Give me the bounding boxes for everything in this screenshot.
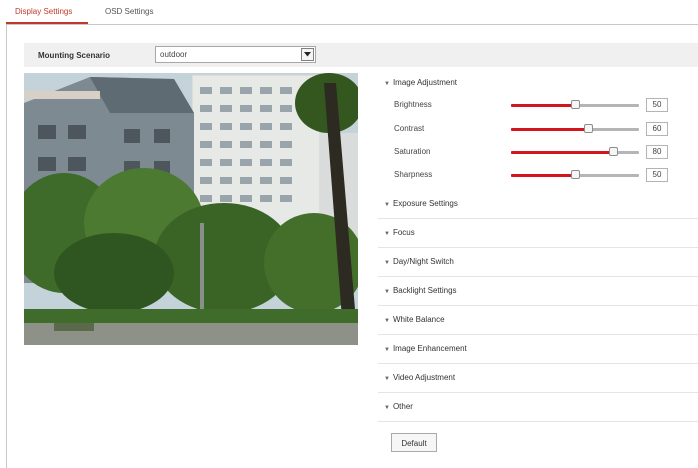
section-focus[interactable]: ▼ Focus xyxy=(378,218,698,248)
slider-track-sharpness[interactable] xyxy=(511,170,639,179)
section-image-enhancement[interactable]: ▼ Image Enhancement xyxy=(378,334,698,364)
section-image-adjustment[interactable]: ▼ Image Adjustment xyxy=(378,68,698,97)
slider-label-brightness: Brightness xyxy=(394,100,432,109)
dropdown-arrow-icon[interactable] xyxy=(301,48,314,61)
caret-down-icon: ▼ xyxy=(384,405,390,411)
caret-down-icon: ▼ xyxy=(384,289,390,295)
slider-track-contrast[interactable] xyxy=(511,124,639,133)
caret-down-icon: ▼ xyxy=(384,231,390,237)
section-day-night-switch[interactable]: ▼ Day/Night Switch xyxy=(378,247,698,277)
section-exposure-settings[interactable]: ▼ Exposure Settings xyxy=(378,189,698,219)
slider-thumb-saturation[interactable] xyxy=(609,147,619,156)
slider-fill-contrast xyxy=(511,128,588,131)
content-left-border xyxy=(6,24,7,468)
slider-fill-brightness xyxy=(511,104,575,107)
slider-row-brightness: Brightness 50 xyxy=(378,94,698,116)
section-other[interactable]: ▼ Other xyxy=(378,392,698,422)
slider-label-saturation: Saturation xyxy=(394,147,431,156)
mounting-scenario-label: Mounting Scenario xyxy=(38,51,110,60)
section-backlight-settings[interactable]: ▼ Backlight Settings xyxy=(378,276,698,306)
slider-label-sharpness: Sharpness xyxy=(394,170,433,179)
tab-osd-settings[interactable]: OSD Settings xyxy=(105,7,153,16)
slider-track-saturation[interactable] xyxy=(511,147,639,156)
section-video-adjustment-label: Video Adjustment xyxy=(392,373,456,382)
display-settings-page: Display Settings OSD Settings Mounting S… xyxy=(0,0,698,468)
slider-thumb-contrast[interactable] xyxy=(583,124,593,133)
caret-down-icon: ▼ xyxy=(384,202,390,208)
slider-fill-sharpness xyxy=(511,174,575,177)
slider-fill-saturation xyxy=(511,151,614,154)
mounting-scenario-bar: Mounting Scenario outdoor xyxy=(24,43,698,67)
section-image-adjustment-label: Image Adjustment xyxy=(392,78,457,87)
value-box-saturation[interactable]: 80 xyxy=(646,145,668,159)
slider-label-contrast: Contrast xyxy=(394,124,425,133)
section-backlight-settings-label: Backlight Settings xyxy=(392,286,457,295)
slider-thumb-brightness[interactable] xyxy=(571,100,580,109)
caret-down-icon: ▼ xyxy=(384,260,390,266)
mounting-scenario-value: outdoor xyxy=(160,50,188,59)
value-box-brightness[interactable]: 50 xyxy=(646,98,668,112)
value-box-sharpness[interactable]: 50 xyxy=(646,168,668,182)
tab-display-settings[interactable]: Display Settings xyxy=(15,7,72,16)
default-button[interactable]: Default xyxy=(391,433,437,452)
section-day-night-switch-label: Day/Night Switch xyxy=(392,257,454,266)
section-white-balance-label: White Balance xyxy=(392,315,445,324)
caret-down-icon: ▼ xyxy=(384,318,390,324)
slider-row-contrast: Contrast 60 xyxy=(378,118,698,140)
section-focus-label: Focus xyxy=(392,228,415,237)
section-image-enhancement-label: Image Enhancement xyxy=(392,344,467,353)
slider-row-sharpness: Sharpness 50 xyxy=(378,164,698,186)
slider-row-saturation: Saturation 80 xyxy=(378,141,698,163)
caret-down-icon: ▼ xyxy=(384,376,390,382)
live-preview-image xyxy=(24,73,358,345)
slider-thumb-sharpness[interactable] xyxy=(571,170,580,179)
active-tab-indicator xyxy=(6,22,88,24)
mounting-scenario-select[interactable]: outdoor xyxy=(155,46,316,63)
tab-bar: Display Settings OSD Settings xyxy=(6,0,698,25)
slider-track-brightness[interactable] xyxy=(511,100,639,109)
caret-down-icon: ▼ xyxy=(384,81,390,87)
section-white-balance[interactable]: ▼ White Balance xyxy=(378,305,698,335)
section-other-label: Other xyxy=(392,402,413,411)
section-exposure-settings-label: Exposure Settings xyxy=(392,199,458,208)
value-box-contrast[interactable]: 60 xyxy=(646,122,668,136)
settings-panel: ▼ Image Adjustment Brightness 50 Contrast… xyxy=(378,68,698,468)
caret-down-icon: ▼ xyxy=(384,347,390,353)
section-video-adjustment[interactable]: ▼ Video Adjustment xyxy=(378,363,698,393)
